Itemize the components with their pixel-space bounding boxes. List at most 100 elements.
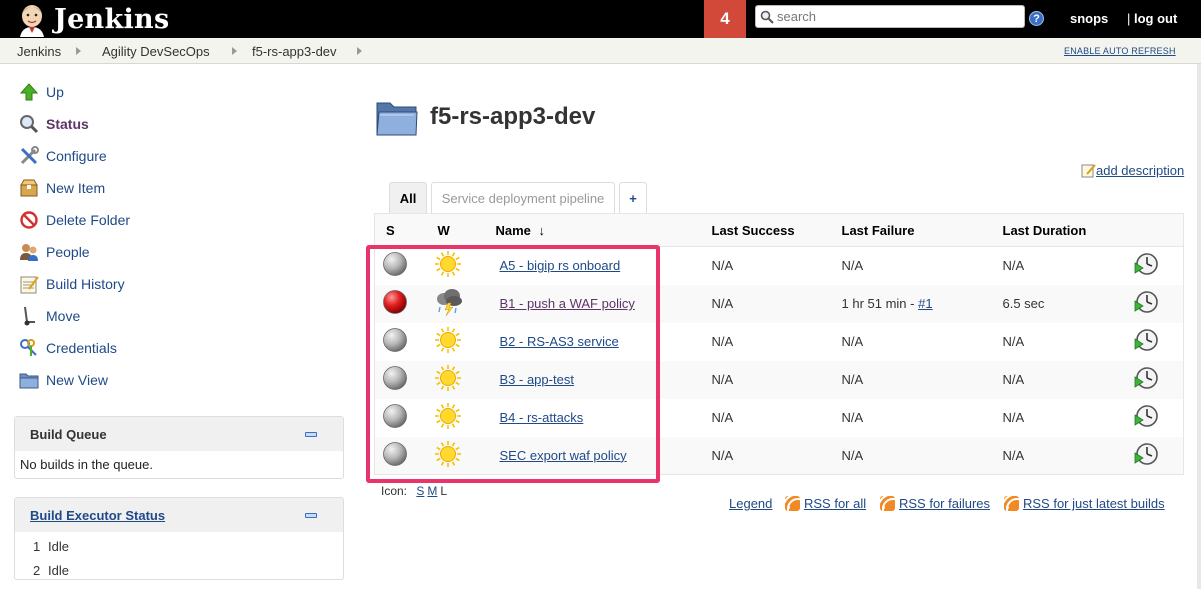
schedule-build-icon[interactable] [1133, 289, 1159, 315]
schedule-build-icon[interactable] [1133, 327, 1159, 353]
status-cell [374, 284, 420, 323]
last-failure-column-header[interactable]: Last Failure [837, 213, 999, 247]
breadcrumb-f5-rs-app3-dev[interactable]: f5-rs-app3-dev [252, 44, 337, 59]
breadcrumb-jenkins[interactable]: Jenkins [17, 44, 61, 59]
breadcrumb-arrow-icon[interactable] [357, 47, 362, 55]
tab-add-view[interactable]: + [619, 182, 647, 213]
sidebar-item-new-item[interactable]: New Item [18, 178, 105, 198]
scrollbar[interactable] [1197, 64, 1201, 589]
people-icon [18, 242, 40, 262]
disabled-status-ball-icon[interactable] [382, 327, 408, 353]
collapse-icon[interactable] [305, 513, 317, 518]
rss-latest-link[interactable]: RSS for just latest builds [1004, 496, 1165, 511]
last-failure-text: N/A [841, 334, 864, 349]
weather-column-header[interactable]: W [419, 213, 486, 247]
schedule-build-icon[interactable] [1133, 441, 1159, 467]
sidebar-item-up[interactable]: Up [18, 82, 64, 102]
job-name-cell: B3 - app-test [485, 360, 708, 399]
sidebar-item-label: Configure [46, 148, 107, 164]
schedule-build-icon[interactable] [1133, 403, 1159, 429]
sidebar-item-new-view[interactable]: New View [18, 370, 108, 390]
search-input[interactable] [777, 9, 1017, 24]
sunny-weather-icon[interactable] [434, 402, 462, 430]
last-failure-cell: N/A [838, 323, 999, 361]
failure-build-link[interactable]: #1 [918, 296, 932, 311]
last-duration-cell: N/A [998, 360, 1127, 399]
icon-size-m[interactable]: M [427, 484, 437, 498]
status-cell [375, 399, 420, 437]
sidebar-item-status[interactable]: Status [18, 114, 89, 134]
breadcrumb-arrow-icon[interactable] [76, 47, 81, 55]
folder-icon [18, 370, 40, 390]
rss-failures-link[interactable]: RSS for failures [880, 496, 990, 511]
job-name-cell: B4 - rs-attacks [486, 399, 708, 437]
weather-cell [419, 284, 486, 323]
sidebar-item-configure[interactable]: Configure [18, 146, 107, 166]
icon-size-s[interactable]: S [416, 484, 424, 498]
status-column-header[interactable]: S [374, 213, 420, 247]
add-description-label: add description [1096, 163, 1185, 178]
disabled-status-ball-icon[interactable] [382, 365, 408, 391]
last-duration-cell: N/A [998, 436, 1127, 475]
disabled-status-ball-icon[interactable] [382, 403, 408, 429]
sidebar-item-delete-folder[interactable]: Delete Folder [18, 210, 130, 230]
job-link[interactable]: B3 - app-test [500, 372, 574, 387]
tab-service-deployment-pipeline[interactable]: Service deployment pipeline [431, 182, 615, 213]
job-link[interactable]: SEC export waf policy [500, 448, 627, 463]
job-link[interactable]: A5 - bigip rs onboard [500, 258, 621, 273]
last-duration-column-header[interactable]: Last Duration [998, 213, 1127, 247]
last-success-column-header[interactable]: Last Success [707, 213, 838, 247]
last-failure-cell: N/A [838, 247, 999, 285]
schedule-build-icon[interactable] [1133, 365, 1159, 391]
last-success-cell: N/A [707, 360, 838, 399]
legend-link[interactable]: Legend [729, 496, 772, 511]
notification-badge[interactable]: 4 [704, 0, 746, 38]
job-link[interactable]: B2 - RS-AS3 service [500, 334, 619, 349]
rss-all-link[interactable]: RSS for all [785, 496, 866, 511]
breadcrumb-arrow-icon[interactable] [232, 47, 237, 55]
breadcrumb: Jenkins Agility DevSecOps f5-rs-app3-dev [0, 38, 1201, 64]
action-cell [1126, 284, 1184, 323]
table-header-row: S W Name ↓ Last Success Last Failure Las… [374, 213, 1184, 247]
tab-all[interactable]: All [389, 182, 427, 213]
sidebar-item-label: New View [46, 372, 108, 388]
failed-status-ball-icon[interactable] [382, 289, 408, 315]
name-column-header[interactable]: Name ↓ [485, 213, 708, 247]
enable-auto-refresh-link[interactable]: ENABLE AUTO REFRESH [1064, 46, 1176, 56]
disabled-status-ball-icon[interactable] [382, 441, 408, 467]
sidebar-item-people[interactable]: People [18, 242, 90, 262]
status-cell [375, 247, 420, 285]
last-success-cell: N/A [711, 258, 734, 274]
sunny-weather-icon[interactable] [434, 364, 462, 392]
last-failure-text: N/A [841, 372, 864, 387]
sunny-weather-icon[interactable] [434, 440, 462, 468]
breadcrumb-agility-devsecops[interactable]: Agility DevSecOps [102, 44, 210, 59]
logout-link[interactable]: log out [1134, 11, 1177, 26]
thunderstorm-weather-icon[interactable] [434, 287, 464, 317]
build-queue-empty: No builds in the queue. [20, 457, 153, 472]
sidebar-item-build-history[interactable]: Build History [18, 274, 125, 294]
job-link[interactable]: B1 - push a WAF policy [500, 296, 635, 311]
last-failure-cell: N/A [837, 360, 999, 399]
last-failure-text: N/A [841, 258, 864, 274]
build-executor-status-link[interactable]: Build Executor Status [30, 508, 165, 523]
sunny-weather-icon[interactable] [434, 250, 462, 278]
disabled-status-ball-icon[interactable] [382, 251, 408, 277]
add-description-link[interactable]: add description [1081, 163, 1184, 178]
help-icon[interactable]: ? [1029, 11, 1044, 26]
table-row: B1 - push a WAF policy N/A 1 hr 51 min - #… [374, 284, 1184, 323]
sidebar-item-move[interactable]: Move [18, 306, 80, 326]
jenkins-logo[interactable]: Jenkins [14, 0, 169, 38]
sidebar-item-credentials[interactable]: Credentials [18, 338, 117, 358]
rss-all-label: RSS for all [804, 496, 867, 511]
sunny-weather-icon[interactable] [434, 326, 462, 354]
weather-cell [420, 399, 486, 437]
schedule-build-icon[interactable] [1133, 251, 1159, 277]
job-link[interactable]: B4 - rs-attacks [500, 410, 584, 425]
collapse-icon[interactable] [305, 432, 317, 437]
status-cell [374, 436, 420, 475]
user-link[interactable]: snops [1070, 11, 1108, 26]
last-success-cell: N/A [711, 410, 734, 425]
search-field[interactable] [755, 5, 1025, 28]
sidebar-item-label: Credentials [46, 340, 117, 356]
